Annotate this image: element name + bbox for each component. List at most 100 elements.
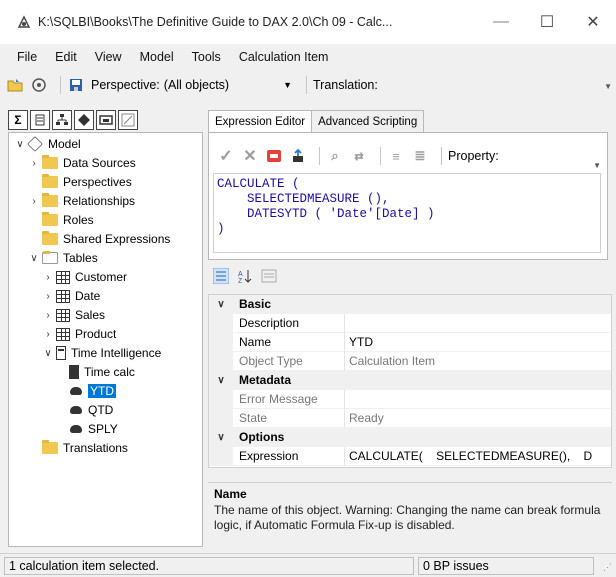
menu-calculation-item[interactable]: Calculation Item (230, 50, 338, 64)
calculation-item-icon (69, 423, 83, 435)
name-value[interactable]: YTD (345, 335, 373, 349)
tree-item-sply[interactable]: SPLY (69, 420, 118, 438)
editor-toolbar: ✓ ✕ ⌕ ⇄ ≡ ≣ Property: (217, 141, 499, 171)
open-icon[interactable] (6, 76, 24, 94)
editor-toolbar-separator (380, 147, 381, 165)
perspective-label: Perspective: (91, 78, 160, 92)
svg-text:A: A (238, 271, 243, 278)
tree-item-product[interactable]: › Product (43, 325, 116, 343)
chevron-down-icon[interactable]: ∨ (209, 370, 233, 390)
property-row-expression[interactable]: Expression CALCULATE( SELECTEDMEASURE(),… (209, 446, 611, 466)
hierarchy-icon[interactable] (52, 110, 72, 130)
tree-item-sales[interactable]: › Sales (43, 306, 105, 324)
menu-model[interactable]: Model (131, 50, 183, 64)
column-icon (69, 365, 79, 379)
tree-item-perspectives[interactable]: Perspectives (42, 173, 132, 191)
editor-overflow-icon[interactable]: ▼ (593, 161, 601, 170)
property-row-name[interactable]: Name YTD (209, 332, 611, 352)
tree-item-time-calc[interactable]: Time calc (69, 363, 135, 381)
tree-item-tables[interactable]: ∨ Tables (29, 249, 98, 267)
calculation-group-icon (56, 346, 66, 360)
folder-icon (42, 440, 58, 454)
category-metadata[interactable]: ∨ Metadata (209, 370, 611, 390)
main-toolbar: Perspective: (All objects) ▼ Translation… (0, 70, 616, 100)
list-icon[interactable] (30, 110, 50, 130)
uncomment-icon[interactable]: ≣ (411, 147, 429, 165)
monitor-icon[interactable] (96, 110, 116, 130)
tree-item-shared-expressions[interactable]: Shared Expressions (42, 230, 170, 248)
comment-icon[interactable]: ≡ (387, 147, 405, 165)
sort-alphabetical-icon[interactable]: AZ (236, 267, 254, 285)
folder-icon (42, 193, 58, 207)
dax-formatter-icon[interactable] (265, 147, 283, 165)
search-icon[interactable]: ⌕ (326, 147, 344, 165)
table-icon (56, 270, 70, 284)
property-pages-icon[interactable] (260, 267, 278, 285)
status-bp-issues[interactable]: 0 BP issues (418, 557, 594, 575)
menu-edit[interactable]: Edit (46, 50, 86, 64)
expression-value[interactable]: CALCULATE( SELECTEDMEASURE(), D (345, 449, 592, 463)
tree-item-qtd[interactable]: QTD (69, 401, 113, 419)
chevron-right-icon[interactable]: › (43, 310, 53, 321)
status-bar: 1 calculation item selected. 0 BP issues… (0, 553, 616, 577)
close-button[interactable]: ✕ (570, 0, 616, 44)
chevron-right-icon[interactable]: › (43, 329, 53, 340)
minimize-button[interactable]: — (478, 0, 524, 44)
chevron-down-icon[interactable]: ∨ (209, 427, 233, 447)
tree-item-time-intelligence[interactable]: ∨ Time Intelligence (43, 344, 161, 362)
categorized-icon[interactable] (212, 267, 230, 285)
menu-file[interactable]: File (8, 50, 46, 64)
tree-item-translations[interactable]: Translations (42, 439, 128, 457)
deploy-icon[interactable] (30, 76, 48, 94)
dax-code-editor[interactable]: CALCULATE ( SELECTEDMEASURE (), DATESYTD… (213, 173, 601, 253)
chevron-down-icon[interactable]: ∨ (15, 139, 25, 150)
property-row-description[interactable]: Description (209, 313, 611, 333)
tree-item-customer[interactable]: › Customer (43, 268, 127, 286)
tab-expression-editor[interactable]: Expression Editor (208, 110, 313, 133)
svg-text:Z: Z (238, 278, 243, 284)
tree-toolbar: Σ (8, 110, 140, 132)
property-grid: ∨ Basic Description Name YTD Object Type… (208, 294, 612, 468)
accept-check-icon[interactable]: ✓ (217, 147, 235, 165)
open-folder-icon (42, 251, 58, 264)
cancel-x-icon[interactable]: ✕ (241, 147, 259, 165)
property-grid-toolbar: AZ (212, 264, 284, 288)
tab-advanced-scripting[interactable]: Advanced Scripting (311, 110, 425, 132)
tree-item-date[interactable]: › Date (43, 287, 100, 305)
shapes-icon[interactable] (74, 110, 94, 130)
menu-view[interactable]: View (86, 50, 131, 64)
resize-grip-icon[interactable]: ⋰ (603, 562, 612, 573)
tree-item-model[interactable]: ∨ Model (15, 135, 81, 153)
perspective-dropdown[interactable]: (All objects) (164, 78, 229, 92)
model-tree[interactable]: ∨ Model › Data Sources Perspectives › Re… (8, 132, 203, 547)
chevron-right-icon[interactable]: › (43, 291, 53, 302)
sum-icon[interactable]: Σ (8, 110, 28, 130)
model-icon (27, 136, 43, 152)
filter-box-icon[interactable] (118, 110, 138, 130)
category-basic[interactable]: ∨ Basic (209, 295, 611, 314)
category-options[interactable]: ∨ Options (209, 427, 611, 447)
property-row-state: State Ready (209, 408, 611, 428)
maximize-button[interactable]: ☐ (524, 0, 570, 44)
chevron-down-icon[interactable]: ∨ (43, 348, 53, 359)
code-line: ) (217, 222, 225, 236)
dependencies-icon[interactable] (289, 147, 307, 165)
window-title: K:\SQLBI\Books\The Definitive Guide to D… (38, 15, 393, 29)
chevron-right-icon[interactable]: › (43, 272, 53, 283)
tree-item-roles[interactable]: Roles (42, 211, 94, 229)
chevron-right-icon[interactable]: › (29, 196, 39, 207)
chevron-down-icon[interactable]: ∨ (209, 295, 233, 314)
tree-item-relationships[interactable]: › Relationships (29, 192, 135, 210)
menu-tools[interactable]: Tools (183, 50, 230, 64)
toolbar-separator (306, 76, 307, 94)
replace-icon[interactable]: ⇄ (350, 147, 368, 165)
chevron-right-icon[interactable]: › (29, 158, 39, 169)
toolbar-overflow-icon[interactable]: ▼ (604, 82, 612, 91)
table-icon (56, 289, 70, 303)
save-icon[interactable] (67, 76, 85, 94)
tree-item-ytd[interactable]: YTD (69, 382, 116, 400)
chevron-down-icon[interactable]: ∨ (29, 253, 39, 264)
tree-item-data-sources[interactable]: › Data Sources (29, 154, 136, 172)
folder-icon (42, 231, 58, 245)
chevron-down-icon[interactable]: ▼ (283, 80, 292, 90)
